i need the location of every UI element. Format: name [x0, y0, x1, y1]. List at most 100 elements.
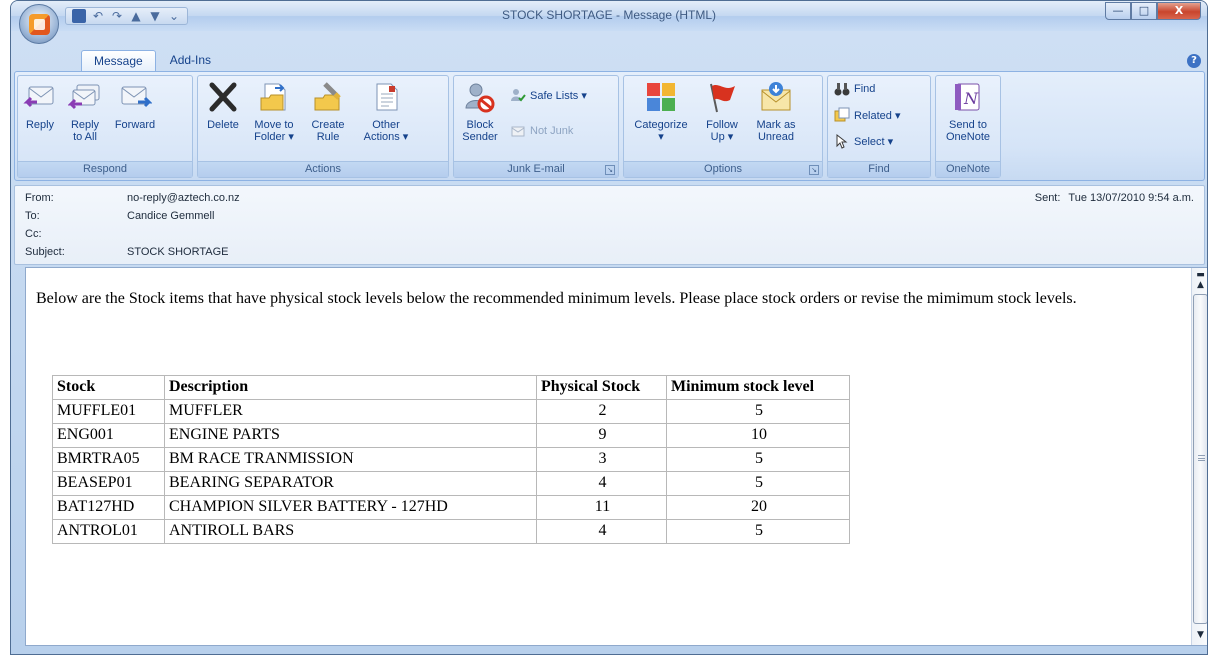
onenote-icon: N [955, 83, 980, 111]
table-row: MUFFLE01 MUFFLER 2 5 [52, 399, 850, 424]
group-onenote: N Send to OneNote OneNote [935, 75, 1001, 178]
safe-lists-icon [511, 89, 526, 102]
reply-all-label-2: to All [73, 131, 97, 143]
reply-icon [23, 86, 54, 108]
description-cell: ANTIROLL BARS [164, 519, 537, 544]
stock-code-cell: BAT127HD [52, 495, 165, 520]
ribbon-tabs: Message Add-Ins [81, 50, 223, 71]
description-cell: CHAMPION SILVER BATTERY - 127HD [164, 495, 537, 520]
categorize-button[interactable]: Categorize ▾ [628, 80, 694, 143]
mark-as-unread-button[interactable]: Mark as Unread [750, 80, 802, 143]
description-cell: BEARING SEPARATOR [164, 471, 537, 496]
reply-all-button[interactable]: Reply to All [64, 80, 106, 143]
safe-lists-label: Safe Lists ▾ [530, 89, 587, 102]
not-junk-button[interactable]: Not Junk [510, 122, 573, 140]
related-icon [834, 107, 850, 122]
group-onenote-label: OneNote [936, 161, 1000, 177]
junk-dialog-launcher-icon[interactable]: ↘ [605, 165, 615, 175]
block-label-1: Block [466, 119, 494, 131]
rule-label-1: Create [311, 119, 345, 131]
group-find: Find Related ▾ Select ▾ Find [827, 75, 931, 178]
categorize-label-1: Categorize [634, 119, 688, 131]
title-bar: ↶ ↷ ▲ ▼ ⌄ STOCK SHORTAGE - Message (HTML… [11, 1, 1207, 31]
reply-button[interactable]: Reply [22, 80, 58, 131]
to-value[interactable]: Candice Gemmell [127, 210, 214, 226]
svg-text:N: N [963, 89, 979, 108]
description-cell: ENGINE PARTS [164, 423, 537, 448]
minimum-level-cell: 20 [666, 495, 850, 520]
stock-shortage-table: Stock Description Physical Stock Minimum… [52, 375, 850, 544]
follow-label-1: Follow [706, 119, 738, 131]
close-button[interactable]: X [1157, 2, 1201, 20]
reply-all-icon [68, 84, 100, 110]
window-controls: — □ X [1105, 2, 1201, 20]
maximize-button[interactable]: □ [1131, 2, 1157, 20]
follow-label-2: Up ▾ [710, 131, 734, 143]
stock-code-cell: BEASEP01 [52, 471, 165, 496]
stock-code-cell: ENG001 [52, 423, 165, 448]
options-dialog-launcher-icon[interactable]: ↘ [809, 165, 819, 175]
forward-icon [121, 86, 152, 108]
column-header: Stock [52, 375, 165, 400]
physical-stock-cell: 3 [536, 447, 667, 472]
column-header: Physical Stock [536, 375, 667, 400]
subject-value: STOCK SHORTAGE [127, 246, 229, 258]
mark-label-1: Mark as [756, 119, 796, 131]
minimum-level-cell: 5 [666, 447, 850, 472]
mark-label-2: Unread [757, 131, 795, 143]
scrollbar-grip-icon [1198, 455, 1205, 461]
cursor-icon [836, 133, 848, 149]
sent-value: Tue 13/07/2010 9:54 a.m. [1068, 192, 1194, 204]
mark-unread-icon [761, 82, 791, 111]
physical-stock-cell: 2 [536, 399, 667, 424]
from-value[interactable]: no-reply@aztech.co.nz [127, 192, 240, 208]
physical-stock-cell: 4 [536, 471, 667, 496]
delete-button[interactable]: Delete [204, 80, 242, 131]
move-to-folder-button[interactable]: Move to Folder ▾ [248, 80, 300, 143]
forward-button[interactable]: Forward [112, 80, 158, 131]
create-rule-button[interactable]: Create Rule [306, 80, 350, 143]
other-label-2: Actions ▾ [363, 131, 409, 143]
message-body[interactable]: Below are the Stock items that have phys… [25, 267, 1207, 646]
cc-row: Cc: [25, 228, 127, 244]
send-to-onenote-button[interactable]: N Send to OneNote [942, 80, 994, 143]
scroll-up-arrow-icon[interactable]: ▲ [1193, 278, 1207, 293]
physical-stock-cell: 11 [536, 495, 667, 520]
create-rule-icon [314, 82, 341, 111]
description-cell: BM RACE TRANMISSION [164, 447, 537, 472]
block-sender-button[interactable]: Block Sender [458, 80, 502, 143]
office-button[interactable] [19, 4, 59, 44]
group-actions-label: Actions [198, 161, 448, 177]
binoculars-icon [834, 83, 850, 96]
scroll-down-arrow-icon[interactable]: ▼ [1193, 628, 1207, 643]
to-row: To: Candice Gemmell [25, 210, 214, 226]
follow-up-button[interactable]: Follow Up ▾ [698, 80, 746, 143]
minimum-level-cell: 5 [666, 471, 850, 496]
other-actions-button[interactable]: Other Actions ▾ [358, 80, 414, 143]
categorize-icon [647, 83, 675, 111]
select-button[interactable]: Select ▾ [834, 132, 893, 150]
table-row: BEASEP01 BEARING SEPARATOR 4 5 [52, 471, 850, 496]
safe-lists-button[interactable]: Safe Lists ▾ [510, 86, 587, 104]
description-cell: MUFFLER [164, 399, 537, 424]
group-respond-label: Respond [18, 161, 192, 177]
rule-label-2: Rule [316, 131, 340, 143]
window-title: STOCK SHORTAGE - Message (HTML) [501, 8, 717, 22]
delete-label: Delete [207, 119, 239, 131]
group-junk-email: Block Sender Safe Lists ▾ Not Junk Junk … [453, 75, 619, 178]
group-respond: Reply Reply to All Forward Respond [17, 75, 193, 178]
minimize-button[interactable]: — [1105, 2, 1131, 20]
vertical-scrollbar[interactable]: ▬ ▲ ▼ [1191, 268, 1207, 645]
select-label: Select ▾ [854, 135, 894, 148]
related-button[interactable]: Related ▾ [834, 106, 901, 124]
tab-message[interactable]: Message [81, 50, 156, 71]
move-label-2: Folder ▾ [254, 131, 294, 143]
reply-all-label-1: Reply [70, 119, 100, 131]
help-icon[interactable]: ? [1187, 54, 1201, 68]
scrollbar-thumb[interactable] [1193, 294, 1207, 624]
find-button[interactable]: Find [834, 80, 875, 98]
tab-add-ins[interactable]: Add-Ins [158, 50, 223, 71]
table-header-row: Stock Description Physical Stock Minimum… [52, 375, 850, 400]
group-find-label: Find [828, 161, 930, 177]
follow-up-flag-icon [710, 83, 735, 113]
